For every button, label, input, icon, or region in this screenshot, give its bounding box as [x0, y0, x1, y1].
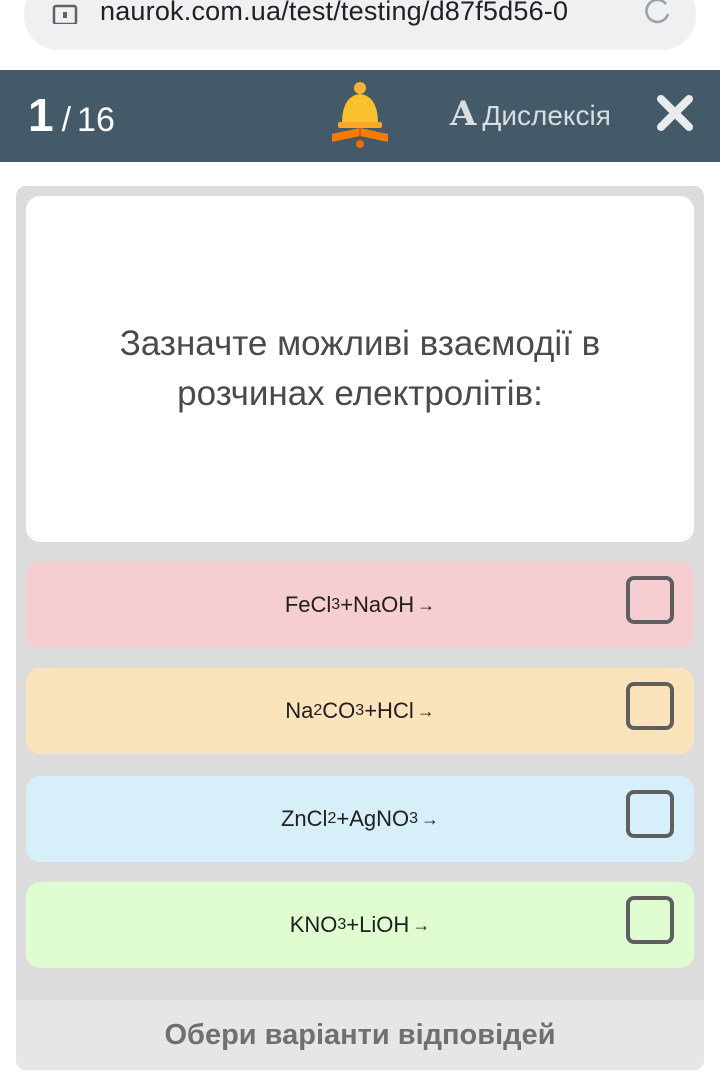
answer-option-3[interactable]: ZnCl 2 +AgNO 3 → — [26, 776, 694, 862]
formula-subscript: 3 — [355, 702, 365, 719]
formula-subscript: 3 — [409, 810, 419, 827]
total-questions: 16 — [77, 101, 115, 139]
arrow-icon: → — [416, 700, 435, 721]
dyslexia-icon: A — [450, 94, 477, 134]
answer-option-2[interactable]: Na 2 CO 3 +HCl → — [26, 668, 694, 754]
lock-icon — [52, 4, 78, 24]
formula-subscript: 3 — [337, 916, 347, 933]
test-header: 1/16 A Дислексія — [0, 70, 720, 162]
formula-subscript: 3 — [331, 596, 341, 613]
bell-book-icon[interactable] — [330, 80, 390, 152]
formula-part: +NaOH — [340, 592, 415, 617]
url-text[interactable]: naurok.com.ua/test/testing/d87f5d56-0 — [100, 0, 598, 27]
formula-part: +LiOH — [346, 912, 410, 937]
option-checkbox[interactable] — [626, 576, 674, 624]
current-question-number: 1 — [28, 89, 54, 141]
option-checkbox[interactable] — [626, 682, 674, 730]
arrow-icon: → — [421, 808, 440, 829]
question-card: Зазначте можливі взаємодії в розчинах ел… — [26, 196, 694, 542]
answer-option-4[interactable]: KNO 3 +LiOH → — [26, 882, 694, 968]
dyslexia-label: Дислексія — [482, 100, 611, 131]
reload-icon[interactable] — [642, 0, 672, 26]
formula-subscript: 2 — [327, 810, 337, 827]
option-formula: FeCl 3 +NaOH → — [26, 562, 694, 648]
option-checkbox[interactable] — [626, 790, 674, 838]
dyslexia-toggle[interactable]: A Дислексія — [450, 94, 611, 134]
option-formula: Na 2 CO 3 +HCl → — [26, 668, 694, 754]
arrow-icon: → — [412, 914, 431, 935]
footer-label: Обери варіанти відповідей — [164, 1018, 556, 1051]
formula-part: FeCl — [284, 592, 332, 617]
formula-part: Na — [285, 698, 314, 723]
formula-subscript: 2 — [313, 702, 323, 719]
choose-answers-bar[interactable]: Обери варіанти відповідей — [16, 1000, 704, 1070]
formula-part: ZnCl — [280, 806, 328, 831]
formula-part: +HCl — [364, 698, 414, 723]
formula-part: CO — [322, 698, 356, 723]
close-icon[interactable] — [656, 94, 694, 132]
browser-url-bar: naurok.com.ua/test/testing/d87f5d56-0 — [0, 0, 720, 70]
option-formula: KNO 3 +LiOH → — [26, 882, 694, 968]
question-counter: 1/16 — [28, 88, 115, 142]
answer-option-1[interactable]: FeCl 3 +NaOH → — [26, 562, 694, 648]
option-formula: ZnCl 2 +AgNO 3 → — [26, 776, 694, 862]
formula-part: +AgNO — [336, 806, 410, 831]
arrow-icon: → — [417, 594, 436, 615]
question-text: Зазначте можливі взаємодії в розчинах ел… — [119, 324, 601, 413]
counter-separator: / — [61, 101, 72, 139]
option-checkbox[interactable] — [626, 896, 674, 944]
formula-part: KNO — [289, 912, 338, 937]
